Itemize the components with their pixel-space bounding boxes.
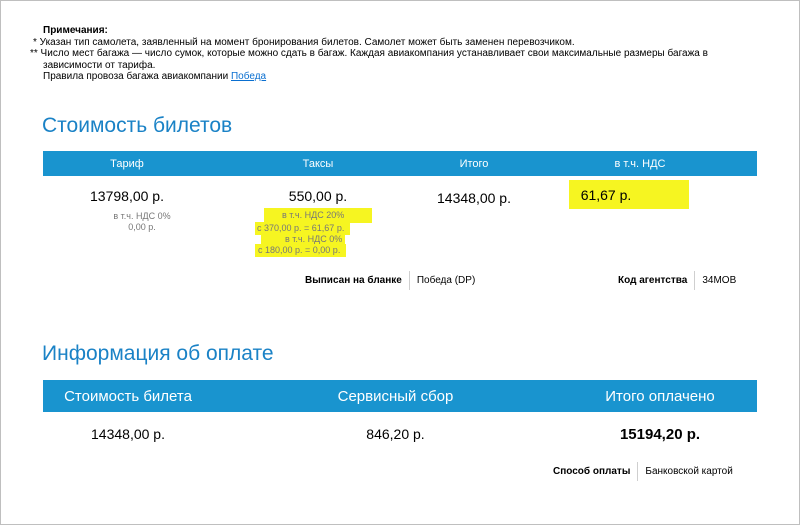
agency-code-row: Код агентства 34МОВ	[618, 271, 736, 290]
payment-method-label: Способ оплаты	[553, 466, 631, 477]
payment-table-header: Стоимость билета Сервисный сбор Итого оп…	[43, 380, 757, 412]
agency-code-label: Код агентства	[618, 275, 688, 286]
tickets-section-title: Стоимость билетов	[42, 114, 233, 137]
fare-vat-value: 0,00 р.	[128, 222, 156, 232]
payment-method-value: Банковской картой	[645, 466, 733, 477]
note-aircraft: * Указан тип самолета, заявленный на мом…	[33, 36, 575, 48]
header-total: Итого	[459, 157, 489, 170]
note-baggage-rules: Правила провоза багажа авиакомпании Побе…	[33, 71, 720, 83]
baggage-rules-text: Правила провоза багажа авиакомпании	[43, 71, 229, 83]
header-ticket-cost: Стоимость билета	[64, 387, 192, 405]
payment-method-row: Способ оплаты Банковской картой	[553, 462, 733, 481]
header-service-fee: Сервисный сбор	[337, 387, 454, 405]
header-fare: Тариф	[110, 157, 144, 170]
note-baggage: ** Число мест багажа — число сумок, кото…	[30, 48, 708, 60]
taxes-value: 550,00 р.	[288, 188, 348, 204]
agency-code-value: 34МОВ	[702, 275, 737, 286]
payment-section-title: Информация об оплате	[42, 342, 274, 365]
taxes-vat: в т.ч. НДС 20% с 370,00 р. = 61,67 р. в …	[211, 208, 425, 257]
tickets-table-header: Тариф Таксы Итого в т.ч. НДС	[43, 151, 757, 176]
payment-total-paid: 15194,20 р.	[619, 426, 701, 443]
header-vat: в т.ч. НДС	[614, 157, 666, 170]
notes-title: Примечания:	[43, 25, 108, 36]
issued-on-label: Выписан на бланке	[305, 275, 402, 286]
taxes-vat20-label: в т.ч. НДС 20%	[264, 208, 373, 223]
vat-total-value: 61,67 р.	[568, 180, 690, 209]
airline-rules-link[interactable]: Победа	[231, 71, 266, 82]
fare-value: 13798,00 р.	[90, 188, 164, 204]
payment-service-fee: 846,20 р.	[366, 426, 425, 442]
ticket-total-value: 14348,00 р.	[437, 190, 511, 206]
notes-block: Примечания: * Указан тип самолета, заявл…	[30, 25, 720, 83]
taxes-vat0-value: с 180,00 р. = 0,00 р.	[255, 244, 347, 257]
header-total-paid: Итого оплачено	[605, 387, 715, 405]
fare-vat: в т.ч. НДС 0% 0,00 р.	[43, 211, 211, 233]
fare-vat-label: в т.ч. НДС 0%	[113, 211, 171, 221]
header-taxes: Таксы	[302, 157, 334, 170]
vat-total: 61,67 р.	[523, 180, 757, 210]
issued-on-value: Победа (DP)	[416, 275, 476, 286]
note-baggage-cont: зависимости от тарифа.	[43, 59, 156, 71]
issued-on-row: Выписан на бланке Победа (DP)	[305, 271, 475, 290]
payment-ticket-cost: 14348,00 р.	[91, 426, 165, 442]
